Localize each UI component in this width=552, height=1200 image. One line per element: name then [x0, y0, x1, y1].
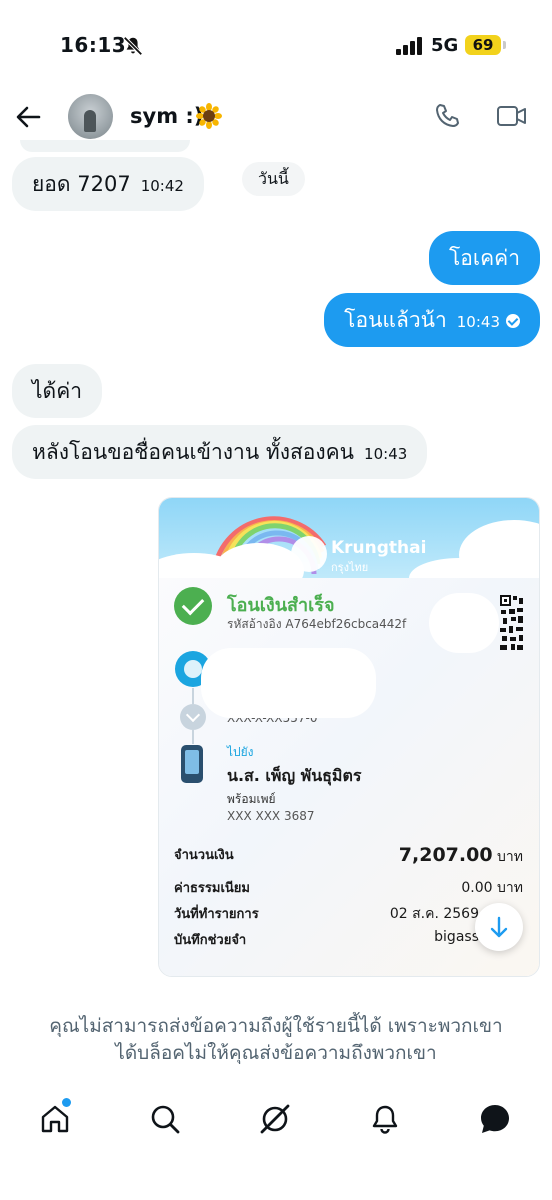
promptpay-phone-icon — [181, 745, 203, 783]
message-text: โอนแล้วน้า — [344, 308, 447, 332]
date-value: 02 ส.ค. 2569 — [389, 906, 479, 922]
status-time: 16:13 — [60, 33, 127, 57]
back-arrow-icon[interactable] — [14, 103, 42, 131]
home-notification-dot — [62, 1098, 71, 1107]
blocked-notice-line-2: ได้บล็อคไม่ให้คุณส่งข้อความถึงพวกเขา — [115, 1042, 437, 1064]
amount-value: 7,207.00 บาท — [399, 844, 523, 868]
search-icon[interactable] — [148, 1102, 182, 1136]
fee-value: 0.00 บาท — [461, 880, 523, 896]
blocked-notice: คุณไม่สามารถส่งข้อความถึงผู้ใช้รายนี้ได้… — [0, 1013, 552, 1067]
signal-icon — [396, 37, 422, 55]
messages-icon[interactable] — [478, 1102, 512, 1136]
battery-icon: 69 — [465, 35, 501, 55]
amount-number: 7,207.00 — [398, 844, 493, 866]
sunflower-icon — [196, 103, 222, 129]
fee-label: ค่าธรรมเนียม — [174, 881, 250, 896]
arrow-down-icon — [490, 916, 508, 938]
scroll-to-bottom-button[interactable] — [475, 903, 523, 951]
message-bubble-outgoing[interactable]: โอนแล้วน้า 10:43 — [324, 293, 540, 347]
bottom-tab-bar — [0, 1090, 552, 1150]
krungthai-logo-icon — [291, 536, 327, 572]
blocked-notice-line-1: คุณไม่สามารถส่งข้อความถึงผู้ใช้รายนี้ได้… — [49, 1015, 503, 1037]
chevron-down-icon — [180, 704, 206, 730]
redacted-area — [429, 593, 499, 653]
message-bubble-outgoing[interactable]: โอเคค่า — [429, 231, 540, 285]
message-text: โอเคค่า — [449, 246, 520, 270]
previous-message-bubble — [20, 140, 190, 152]
message-bubble-incoming[interactable]: ยอด 7207 10:42 — [12, 157, 204, 211]
battery-level: 69 — [472, 36, 494, 54]
bell-off-icon — [123, 36, 143, 56]
redacted-sender-name — [201, 648, 376, 718]
battery-cap — [503, 41, 506, 49]
network-label: 5G — [431, 35, 459, 56]
notifications-icon[interactable] — [368, 1102, 402, 1136]
message-text: ได้ค่า — [32, 379, 83, 403]
grok-icon[interactable] — [258, 1102, 292, 1136]
read-receipt-icon — [506, 314, 520, 328]
bank-name: Krungthai — [331, 538, 427, 558]
video-icon[interactable] — [496, 103, 528, 129]
recipient-name: น.ส. เพ็ญ พันธุมิตร — [227, 766, 362, 785]
status-bar: 16:13 5G 69 — [0, 0, 552, 90]
recipient-service: พร้อมเพย์ — [227, 792, 276, 806]
avatar[interactable] — [68, 94, 113, 139]
success-check-icon — [174, 587, 212, 625]
message-bubble-incoming[interactable]: ได้ค่า — [12, 364, 103, 418]
recipient-account: XXX XXX 3687 — [227, 809, 315, 823]
bank-name-thai: กรุงไทย — [331, 561, 369, 574]
message-text: ยอด 7207 — [32, 172, 131, 196]
date-divider: วันนี้ — [242, 162, 305, 196]
message-time: 10:43 — [364, 445, 408, 463]
connector-line — [192, 730, 194, 744]
phone-icon[interactable] — [433, 102, 461, 130]
amount-label: จำนวนเงิน — [174, 848, 234, 863]
connector-line — [192, 688, 194, 704]
message-bubble-incoming[interactable]: หลังโอนขอชื่อคนเข้างาน ทั้งสองคน 10:43 — [12, 425, 428, 479]
amount-unit: บาท — [497, 849, 523, 865]
date-label: วันที่ทำรายการ — [174, 907, 259, 922]
memo-value: bigass — [434, 929, 479, 945]
message-time: 10:42 — [140, 177, 184, 195]
reference-code: รหัสอ้างอิง A764ebf26cbca442f — [227, 617, 407, 631]
chat-header: sym :) — [0, 90, 552, 145]
contact-name[interactable]: sym :) — [130, 104, 203, 128]
to-label: ไปยัง — [227, 745, 254, 759]
message-time: 10:43 — [456, 313, 500, 331]
qr-code-icon — [500, 595, 523, 650]
memo-label: บันทึกช่วยจำ — [174, 933, 247, 948]
home-icon[interactable] — [38, 1102, 72, 1136]
message-text: หลังโอนขอชื่อคนเข้างาน ทั้งสองคน — [32, 440, 355, 464]
